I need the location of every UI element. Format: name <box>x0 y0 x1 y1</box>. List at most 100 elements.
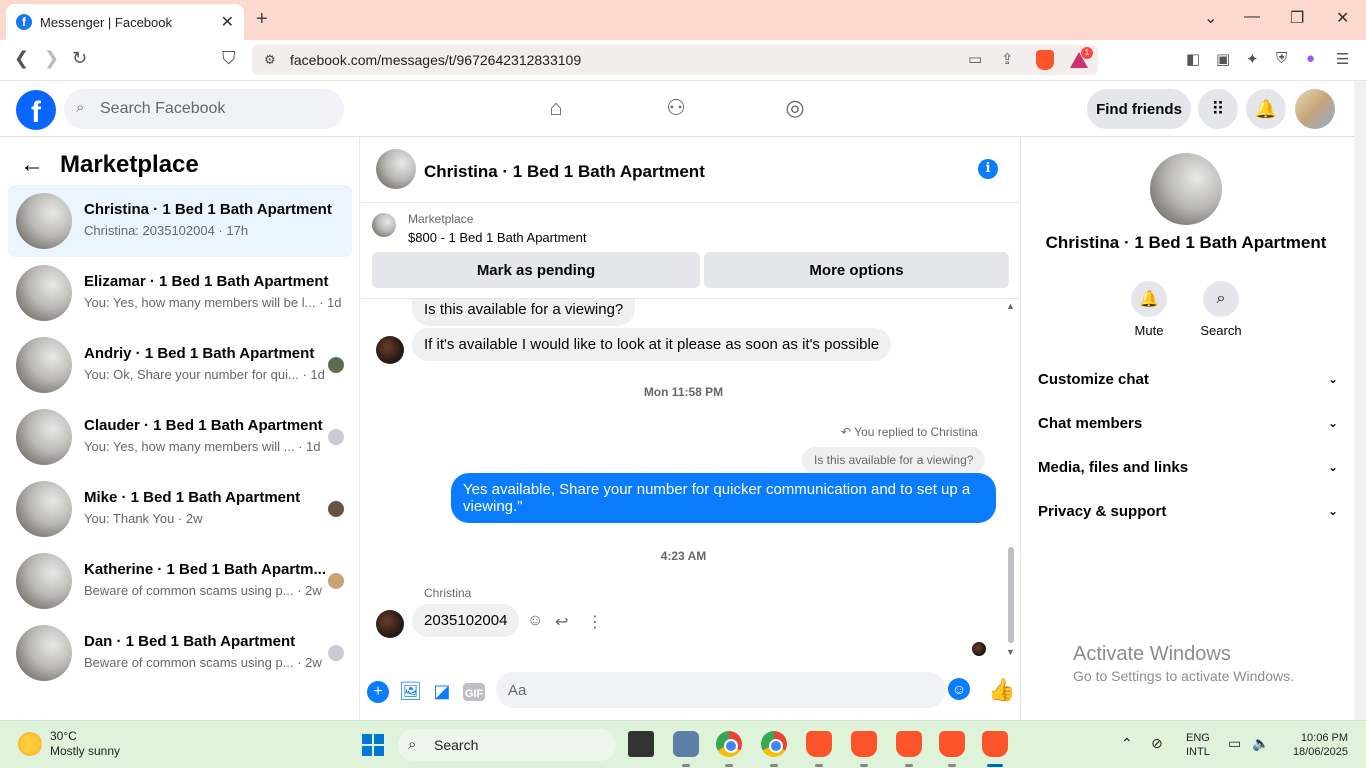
message-input[interactable]: Aa <box>496 672 946 708</box>
more-options-button[interactable]: More options <box>704 252 1009 288</box>
listing-thumbnail <box>16 481 72 537</box>
emoji-icon[interactable]: ☺ <box>948 678 970 700</box>
conversation-item[interactable]: Mike · 1 Bed 1 Bath Apartment You: Thank… <box>8 473 352 545</box>
account-avatar[interactable] <box>1295 89 1335 129</box>
tab-title: Messenger | Facebook <box>40 14 172 30</box>
listing-thumbnail <box>16 409 72 465</box>
listing-banner: Marketplace $800 - 1 Bed 1 Bath Apartmen… <box>361 203 1021 299</box>
conversation-item[interactable]: Dan · 1 Bed 1 Bath Apartment Beware of c… <box>8 617 352 689</box>
facebook-search-input[interactable]: ⌕ Search Facebook <box>64 89 344 129</box>
menu-grid-icon[interactable]: ⠿ <box>1198 89 1238 129</box>
display-icon[interactable]: ▭ <box>1228 735 1241 752</box>
section-label: Privacy & support <box>1038 502 1167 520</box>
sticker-icon[interactable]: ◪ <box>431 681 453 703</box>
chat-members-section[interactable]: Chat members ⌄ <box>1038 401 1338 445</box>
chrome-icon[interactable] <box>716 731 742 757</box>
brave-icon[interactable] <box>939 731 965 757</box>
chrome-icon[interactable] <box>761 731 787 757</box>
reload-icon[interactable]: ↻ <box>72 48 87 69</box>
new-tab-button[interactable]: + <box>256 8 268 31</box>
thumbs-up-icon[interactable]: 👍 <box>988 677 1015 703</box>
message-bubble: 2035102004 <box>412 604 520 637</box>
weather-widget[interactable]: 30°C Mostly sunny <box>18 729 120 759</box>
search-icon[interactable]: ⌕ <box>1203 281 1239 317</box>
minimize-icon[interactable]: — <box>1244 8 1260 26</box>
app-icon[interactable] <box>673 731 699 757</box>
conversation-item[interactable]: Clauder · 1 Bed 1 Bath Apartment You: Ye… <box>8 401 352 473</box>
chat-avatar[interactable] <box>376 149 416 189</box>
privacy-support-section[interactable]: Privacy & support ⌄ <box>1038 489 1338 533</box>
quoted-message[interactable]: Is this available for a viewing? <box>802 447 986 473</box>
listing-thumbnail <box>16 625 72 681</box>
conversation-item[interactable]: Katherine · 1 Bed 1 Bath Apartm... Bewar… <box>8 545 352 617</box>
photo-icon[interactable]: 🖼 <box>399 681 422 703</box>
share-icon[interactable]: ⇪ <box>1001 50 1014 68</box>
scroll-down-icon[interactable]: ▼ <box>1006 647 1015 657</box>
info-icon[interactable]: i <box>978 159 998 179</box>
browser-tab[interactable]: f Messenger | Facebook ✕ <box>6 4 244 40</box>
facebook-logo[interactable]: f <box>16 90 56 130</box>
sender-avatar[interactable] <box>376 336 404 364</box>
sidebar-icon[interactable]: ◧ <box>1186 50 1200 68</box>
read-receipt-avatar <box>328 357 344 373</box>
react-emoji-icon[interactable]: ☺ <box>527 612 543 630</box>
home-icon[interactable]: ⌂ <box>542 95 570 123</box>
notifications-bell-icon[interactable]: 🔔 <box>1246 89 1286 129</box>
customize-chat-section[interactable]: Customize chat ⌄ <box>1038 357 1338 401</box>
sender-avatar[interactable] <box>376 610 404 638</box>
language-indicator[interactable]: ENG INTL <box>1186 731 1210 759</box>
brave-icon[interactable] <box>982 731 1008 757</box>
conversation-item[interactable]: Christina · 1 Bed 1 Bath Apartment Chris… <box>8 185 352 257</box>
network-off-icon[interactable]: ⊘ <box>1151 735 1163 752</box>
forward-icon[interactable]: ❯ <box>44 48 59 69</box>
scroll-up-icon[interactable]: ▲ <box>1006 301 1015 311</box>
chat-scrollbar[interactable]: ▲ ▼ <box>1006 299 1016 671</box>
file-explorer-icon[interactable] <box>628 731 654 757</box>
conversation-item[interactable]: Elizamar · 1 Bed 1 Bath Apartment You: Y… <box>8 257 352 329</box>
find-friends-button[interactable]: Find friends <box>1087 89 1191 129</box>
listing-price-title[interactable]: $800 - 1 Bed 1 Bath Apartment <box>408 230 587 245</box>
brave-icon[interactable] <box>896 731 922 757</box>
close-window-icon[interactable]: ✕ <box>1336 8 1349 28</box>
conversation-item[interactable]: Andriy · 1 Bed 1 Bath Apartment You: Ok,… <box>8 329 352 401</box>
back-icon[interactable]: ❮ <box>14 48 29 69</box>
volume-icon[interactable]: 🔈 <box>1252 735 1269 752</box>
rewards-badge: 1 <box>1081 47 1093 59</box>
page-scrollbar[interactable] <box>1354 81 1366 720</box>
wallet-icon[interactable]: ▣ <box>1216 50 1230 68</box>
friends-icon[interactable]: ⚇ <box>662 95 690 123</box>
running-indicator <box>860 764 868 767</box>
site-settings-icon[interactable]: ⚙ <box>264 52 276 68</box>
scroll-thumb[interactable] <box>1008 547 1014 643</box>
cast-icon[interactable]: ▭ <box>968 50 982 68</box>
vpn-shield-icon[interactable]: ⛨ <box>1276 50 1287 67</box>
leo-ai-icon[interactable]: ✦ <box>1246 50 1259 68</box>
mark-as-pending-button[interactable]: Mark as pending <box>372 252 700 288</box>
show-hidden-icons-chevron-icon[interactable]: ⌃ <box>1121 735 1133 752</box>
brave-shields-icon[interactable] <box>1036 50 1054 70</box>
listing-thumbnail[interactable] <box>372 213 396 237</box>
profile-icon[interactable]: ● <box>1306 50 1315 67</box>
brave-icon[interactable] <box>806 731 832 757</box>
groups-icon[interactable]: ◎ <box>781 95 809 123</box>
brave-icon[interactable] <box>851 731 877 757</box>
back-arrow-icon[interactable]: ← <box>20 151 44 179</box>
chat-details-panel: Christina · 1 Bed 1 Bath Apartment 🔔 Mut… <box>1022 137 1354 720</box>
menu-icon[interactable]: ☰ <box>1336 50 1349 68</box>
more-actions-icon[interactable]: ⋮ <box>587 612 603 632</box>
taskbar-search[interactable]: ⌕ Search <box>398 729 616 761</box>
tab-close-icon[interactable]: ✕ <box>221 12 234 32</box>
gif-icon[interactable]: GIF <box>463 683 485 701</box>
chat-title[interactable]: Christina · 1 Bed 1 Bath Apartment <box>424 162 705 182</box>
add-more-icon[interactable]: + <box>367 681 389 703</box>
maximize-icon[interactable]: ❐ <box>1290 8 1304 28</box>
start-button[interactable] <box>362 734 384 756</box>
bookmark-icon[interactable]: ⛉ <box>222 48 236 69</box>
message-thread[interactable]: Is this available for a viewing? If it's… <box>361 299 1021 671</box>
media-files-links-section[interactable]: Media, files and links ⌄ <box>1038 445 1338 489</box>
reply-icon[interactable]: ↩ <box>555 612 568 632</box>
browser-tab-bar: f Messenger | Facebook ✕ + ⌄ — ❐ ✕ <box>0 0 1366 40</box>
taskbar-clock[interactable]: 10:06 PM 18/06/2025 <box>1292 731 1348 759</box>
mute-bell-icon[interactable]: 🔔 <box>1131 281 1167 317</box>
tab-list-chevron-icon[interactable]: ⌄ <box>1204 8 1217 28</box>
